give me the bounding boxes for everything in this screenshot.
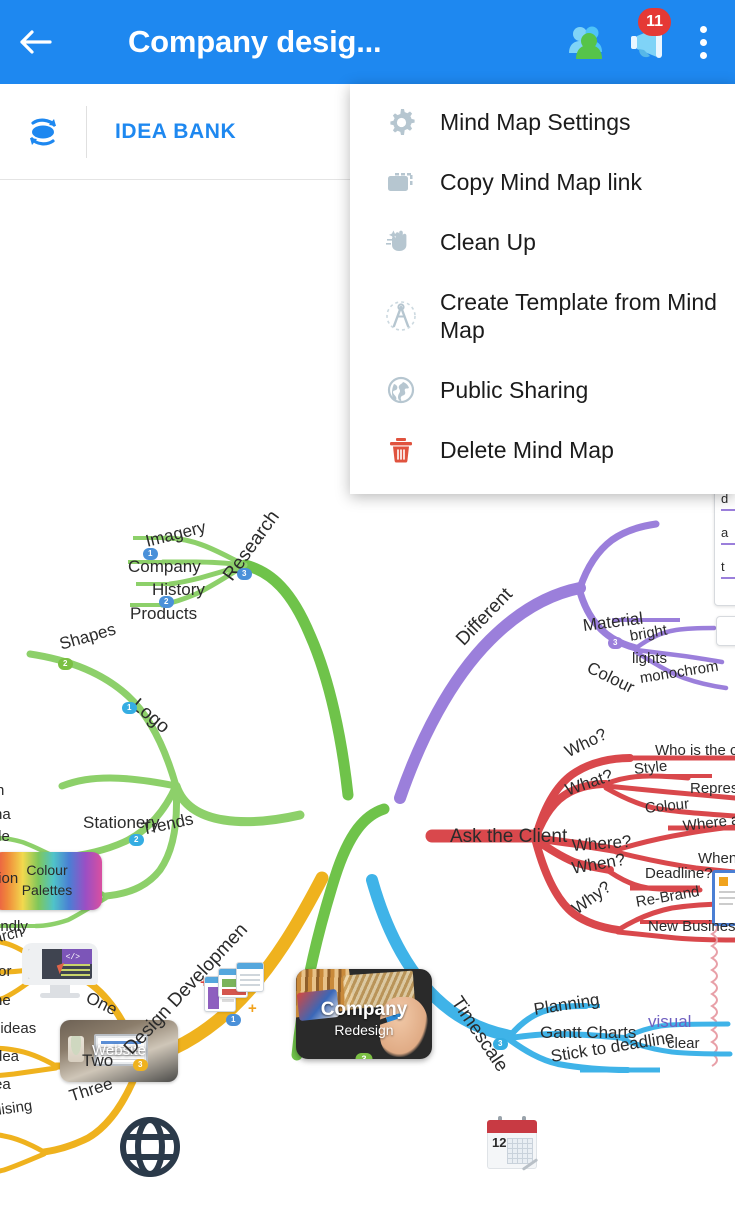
edge-note-card-small[interactable] bbox=[716, 616, 735, 646]
node-label-new-business[interactable]: New Business bbox=[648, 918, 735, 935]
back-arrow-icon[interactable] bbox=[0, 0, 70, 84]
node-label-represents[interactable]: Represe bbox=[690, 780, 735, 797]
trash-icon bbox=[376, 428, 426, 472]
app-bar: Company desig... 11 bbox=[0, 0, 735, 84]
menu-item-label: Mind Map Settings bbox=[440, 108, 631, 135]
node-badge: 3 bbox=[133, 1059, 148, 1071]
node-label-clipped-2: na bbox=[0, 806, 11, 823]
node-label-style[interactable]: Style bbox=[633, 758, 668, 778]
node-label-yellow-4: t ideas bbox=[0, 1020, 37, 1037]
node-badge: 3 bbox=[608, 637, 623, 649]
node-badge: 2 bbox=[159, 596, 174, 608]
central-node-badge: 3 bbox=[355, 1053, 373, 1059]
node-badge: 3 bbox=[493, 1038, 508, 1050]
menu-item-label: Delete Mind Map bbox=[440, 436, 614, 463]
node-label-clipped-4: tion bbox=[0, 870, 19, 887]
node-image-trends-monitor[interactable]: </> bbox=[22, 943, 98, 999]
node-badge: 1 bbox=[226, 1014, 241, 1026]
menu-item-create-template-from-mind-map[interactable]: Create Template from Mind Map bbox=[350, 272, 735, 360]
menu-item-label: Clean Up bbox=[440, 228, 536, 255]
node-label-website: Website bbox=[92, 1042, 146, 1059]
node-label-visual[interactable]: visual bbox=[648, 1012, 691, 1032]
clean-up-icon bbox=[376, 220, 426, 264]
node-label-lights[interactable]: lights bbox=[632, 650, 667, 667]
overflow-menu[interactable]: Mind Map Settings Copy Mind Map link Cle… bbox=[350, 84, 735, 494]
page-title: Company desig... bbox=[128, 24, 382, 59]
edge-note-card[interactable]: d a t bbox=[714, 476, 735, 606]
node-label-clear[interactable]: clear bbox=[667, 1035, 700, 1052]
node-badge: 1 bbox=[143, 548, 158, 560]
node-label-company[interactable]: Company bbox=[128, 557, 201, 577]
node-label-clipped-1: n bbox=[0, 782, 5, 799]
menu-item-mind-map-settings[interactable]: Mind Map Settings bbox=[350, 92, 735, 152]
central-node-subtitle: Redesign bbox=[334, 1022, 394, 1038]
node-badge: 2 bbox=[129, 834, 144, 846]
node-badge: 2 bbox=[58, 658, 73, 670]
people-share-icon[interactable] bbox=[555, 0, 617, 84]
menu-item-label: Public Sharing bbox=[440, 376, 589, 403]
menu-item-copy-mind-map-link[interactable]: Copy Mind Map link bbox=[350, 152, 735, 212]
node-badge: 1 bbox=[122, 702, 137, 714]
node-label-yellow-3: he bbox=[0, 992, 11, 1009]
notification-badge: 11 bbox=[638, 8, 671, 36]
gear-icon bbox=[376, 100, 426, 144]
menu-item-label: Copy Mind Map link bbox=[440, 168, 642, 195]
menu-item-clean-up[interactable]: Clean Up bbox=[350, 212, 735, 272]
globe-icon bbox=[118, 1115, 182, 1179]
node-label-yellow-5: dea bbox=[0, 1048, 20, 1065]
app-bar-actions: 11 bbox=[555, 0, 735, 84]
node-label-yellow-2: tor bbox=[0, 963, 12, 980]
node-label-deadline[interactable]: Deadline? bbox=[645, 865, 713, 882]
tab-idea-bank[interactable]: IDEA BANK bbox=[87, 120, 236, 144]
node-badge: 3 bbox=[237, 568, 252, 580]
compass-icon bbox=[376, 294, 426, 338]
central-node[interactable]: Company Redesign 3 bbox=[296, 969, 432, 1059]
node-label-ask-the-client[interactable]: Ask the Client bbox=[450, 826, 567, 848]
node-label-who-is-the-client[interactable]: Who is the cli bbox=[655, 742, 735, 759]
menu-item-delete-mind-map[interactable]: Delete Mind Map bbox=[350, 420, 735, 480]
megaphone-icon[interactable]: 11 bbox=[617, 0, 679, 84]
mindmap-screen: Colour Palettes </> Website + 1 12 d a t… bbox=[0, 0, 735, 1214]
sync-rotate-icon[interactable] bbox=[0, 84, 86, 180]
kebab-menu-icon[interactable] bbox=[679, 0, 727, 84]
calendar-icon: 12 bbox=[487, 1116, 539, 1171]
copy-link-icon bbox=[376, 160, 426, 204]
node-label-stationery[interactable]: Stationery bbox=[83, 813, 160, 833]
node-label-clipped-3: tle bbox=[0, 828, 10, 845]
menu-item-label: Create Template from Mind Map bbox=[440, 288, 717, 343]
globe-icon bbox=[376, 368, 426, 412]
menu-item-public-sharing[interactable]: Public Sharing bbox=[350, 360, 735, 420]
central-node-title: Company bbox=[320, 999, 408, 1020]
node-label-yellow-6: ea bbox=[0, 1076, 11, 1093]
plus-icon: + bbox=[248, 1000, 257, 1017]
monitor-screen: </> bbox=[22, 943, 98, 985]
node-label-two[interactable]: Two bbox=[82, 1051, 113, 1071]
